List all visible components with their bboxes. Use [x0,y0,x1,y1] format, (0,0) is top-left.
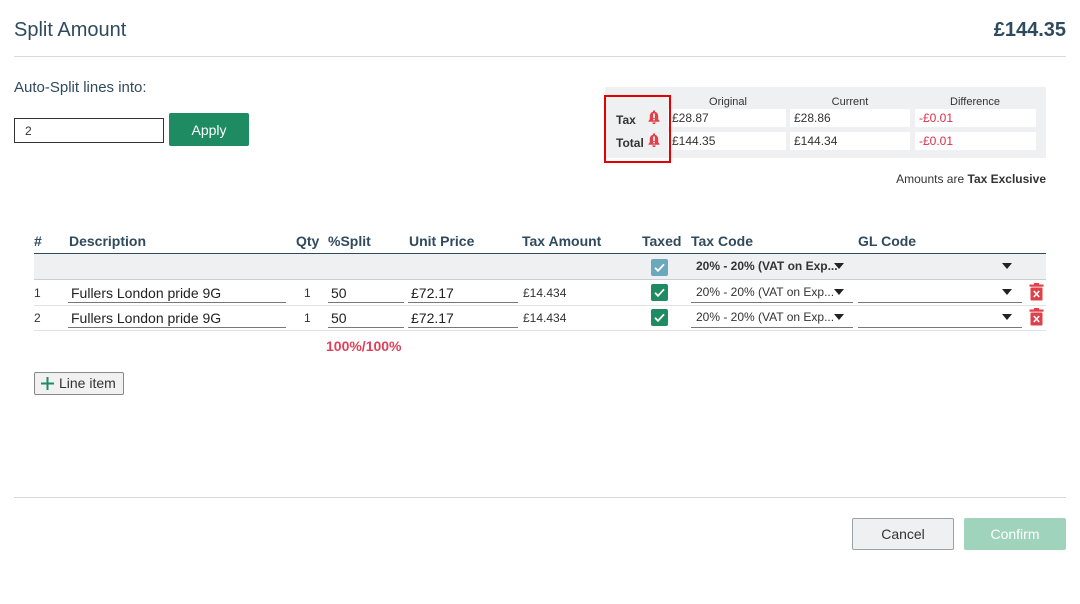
row-qty: 1 [304,286,311,300]
col-header-unit-price: Unit Price [409,233,475,249]
chevron-down-icon[interactable] [834,314,844,320]
col-header-gl-code: GL Code [858,233,917,249]
amounts-note-prefix: Amounts are [896,172,965,186]
split-underline [328,302,404,303]
description-underline [68,302,286,303]
row-unit-price-input[interactable]: £72.17 [411,310,454,326]
amounts-note: Amounts are Tax Exclusive [896,172,1046,186]
col-header-qty: Qty [296,233,320,249]
summary-panel: Original Current Difference Tax £28.87 £… [605,87,1046,158]
summary-tax-original: £28.87 [668,109,786,127]
row-description[interactable]: Fullers London pride 9G [71,285,221,301]
split-total: 100%/100% [326,338,402,354]
col-header-tax-amount: Tax Amount [522,233,602,249]
row-tax-code-select[interactable]: 20% - 20% (VAT on Exp... [696,285,834,299]
summary-col-current: Current [831,96,869,108]
row-split-input[interactable]: 50 [331,285,347,301]
col-header-tax-code: Tax Code [691,233,753,249]
row-tax-amount: £14.434 [523,311,567,325]
delete-icon[interactable] [1029,308,1044,326]
chevron-down-icon[interactable] [1002,289,1012,295]
total-amount: £144.35 [993,19,1066,41]
row-num: 1 [34,286,41,300]
row-taxed-checkbox[interactable] [651,284,668,301]
autosplit-label: Auto-Split lines into: [14,79,147,96]
gl-code-select[interactable] [858,327,1022,328]
highlight-box [604,95,671,163]
chevron-down-icon[interactable] [1002,314,1012,320]
row-tax-amount: £14.434 [523,286,567,300]
summary-total-difference: -£0.01 [915,132,1036,150]
description-underline [68,327,286,328]
col-header-split: %Split [328,233,371,249]
bulk-taxed-checkbox[interactable] [651,259,668,276]
add-line-item-button[interactable]: Line item [34,372,124,395]
chevron-down-icon[interactable] [1002,263,1012,269]
gl-code-select[interactable] [858,302,1022,303]
tax-code-underline [691,327,853,328]
plus-icon [41,377,54,390]
row-description[interactable]: Fullers London pride 9G [71,310,221,326]
cancel-button[interactable]: Cancel [852,518,954,550]
row-num: 2 [34,311,41,325]
col-header-description: Description [69,233,147,249]
summary-col-difference: Difference [950,96,1000,108]
row-qty: 1 [304,311,311,325]
header-divider [14,56,1066,57]
summary-total-current: £144.34 [790,132,910,150]
footer-divider [14,497,1066,498]
row-split-input[interactable]: 50 [331,310,347,326]
autosplit-input[interactable] [14,118,164,143]
summary-tax-current: £28.86 [790,109,910,127]
row-divider [34,305,1046,306]
add-line-item-label: Line item [59,375,116,391]
row-divider [34,330,1046,331]
delete-icon[interactable] [1029,283,1044,301]
split-underline [328,327,404,328]
bulk-edit-row [34,253,1046,280]
tax-code-underline [691,302,853,303]
bulk-tax-code-select[interactable]: 20% - 20% (VAT on Exp... [696,259,838,273]
check-icon [654,263,665,273]
col-header-taxed: Taxed [642,233,682,249]
price-underline [408,302,518,303]
summary-col-original: Original [709,96,747,108]
row-tax-code-select[interactable]: 20% - 20% (VAT on Exp... [696,310,834,324]
page-title: Split Amount [14,19,127,41]
chevron-down-icon[interactable] [834,289,844,295]
row-unit-price-input[interactable]: £72.17 [411,285,454,301]
col-header-num: # [34,233,42,249]
row-taxed-checkbox[interactable] [651,309,668,326]
price-underline [408,327,518,328]
summary-total-original: £144.35 [668,132,786,150]
check-icon [654,288,665,298]
confirm-button[interactable]: Confirm [964,518,1066,550]
apply-button[interactable]: Apply [169,113,249,146]
amounts-note-mode: Tax Exclusive [967,172,1047,186]
summary-tax-difference: -£0.01 [915,109,1036,127]
chevron-down-icon[interactable] [834,263,844,269]
check-icon [654,313,665,323]
